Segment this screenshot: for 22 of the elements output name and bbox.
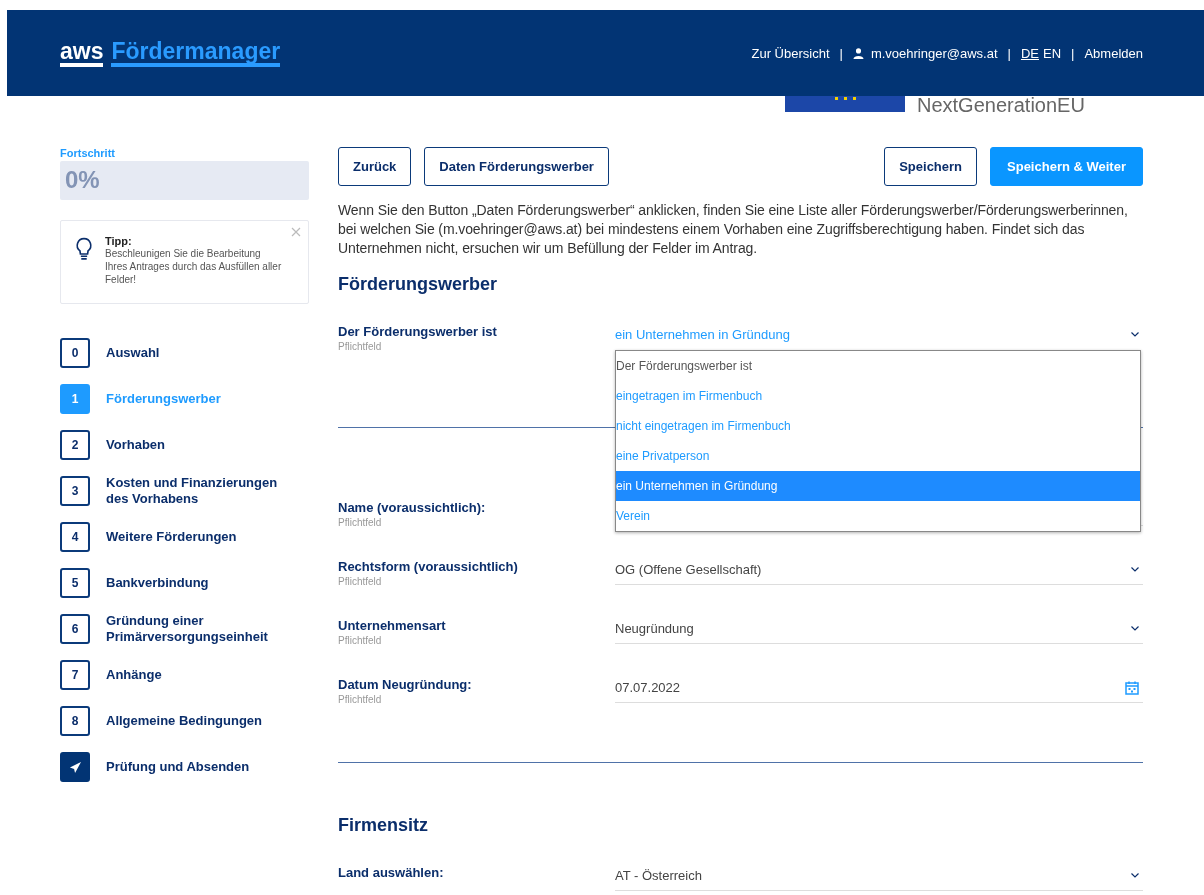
section-heading: Firmensitz <box>338 815 430 836</box>
tip-text: Beschleunigen Sie die Bearbeitung Ihres Antrages durch das Ausfüllen aller Felder! <box>105 247 283 286</box>
banner-text: NextGenerationEU <box>917 96 1085 114</box>
required-hint: Pflichtfeld <box>338 341 383 352</box>
required-hint: Pflichtfeld <box>338 694 383 705</box>
required-hint: Pflichtfeld <box>338 517 383 528</box>
nav-separator: | <box>1007 45 1011 61</box>
nav-separator: | <box>1071 45 1075 61</box>
field-label: Unternehmensart <box>338 618 447 633</box>
section-heading: Förderungswerber <box>338 274 499 295</box>
nav-separator: | <box>839 45 843 61</box>
tip-title: Tipp: <box>105 235 133 247</box>
progress-value: 0% <box>65 166 100 194</box>
required-hint: Pflichtfeld <box>338 635 383 646</box>
field-label: Rechtsform (voraussichtlich) <box>338 559 519 574</box>
required-hint: Pflichtfeld <box>338 576 383 587</box>
field-label: Land auswählen: <box>338 865 445 880</box>
info-paragraph: Wenn Sie den Button „Daten Förderungswerber“ anklicken, finden Sie eine Liste aller Förderungswerber/Förderungswerberinnen, bei welchen Sie (m.voehringer@aws.at) bei mindestens einem Vorhaben eine Zugriffsberechtigung haben. Findet sich das Unternehmen nicht, ersuchen wir um Befüllung der Felder im Antrag. <box>338 201 1129 258</box>
progress-label: Fortschritt <box>60 147 116 159</box>
field-label: Name (voraussichtlich): <box>338 500 487 515</box>
field-label: Datum Neugründung: <box>338 677 473 692</box>
field-label: Der Förderungswerber ist <box>338 324 498 339</box>
